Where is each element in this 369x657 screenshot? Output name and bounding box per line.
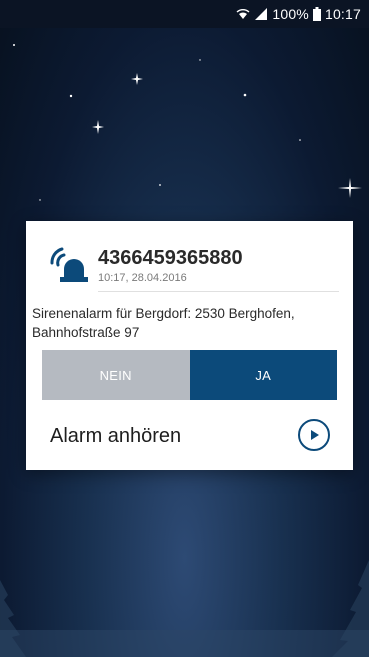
play-button[interactable] [298, 419, 330, 451]
star [13, 44, 15, 46]
alarm-message: Sirenenalarm für Bergdorf: 2530 Berghofe… [32, 306, 295, 340]
sparkle-star [338, 178, 362, 198]
star [39, 199, 41, 201]
header-divider [98, 291, 339, 292]
star [69, 94, 73, 98]
sparkle-star [131, 73, 143, 85]
alarm-timestamp: 10:17, 28.04.2016 [98, 272, 187, 284]
star [199, 59, 201, 61]
listen-alarm-label: Alarm anhören [50, 425, 182, 447]
app-screen: 100% 10:17 4366459365880 10:17, 28.04.20… [0, 0, 369, 657]
alarm-header: 4366459365880 10:17, 28.04.2016 [26, 221, 353, 292]
listen-alarm-row[interactable]: Alarm anhören [26, 417, 353, 453]
play-icon [311, 430, 319, 440]
star [159, 184, 161, 186]
star [299, 139, 301, 141]
sparkle-star [92, 120, 104, 134]
accept-button[interactable]: JA [189, 350, 337, 400]
star [243, 93, 247, 97]
siren-icon [48, 243, 90, 283]
alarm-dialog: 4366459365880 10:17, 28.04.2016 Sirenena… [26, 221, 353, 470]
decline-button[interactable]: NEIN [42, 350, 190, 400]
response-buttons: NEIN JA [42, 350, 337, 400]
alarm-number: 4366459365880 [98, 247, 243, 269]
